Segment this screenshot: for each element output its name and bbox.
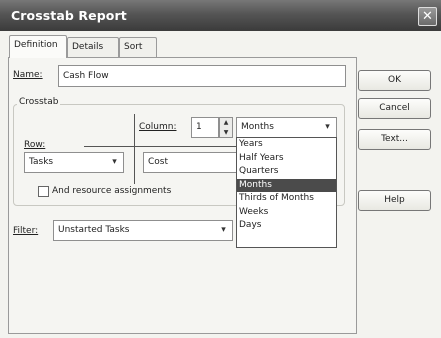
cancel-button[interactable]: Cancel [358, 98, 431, 119]
triangle-down-icon[interactable]: ▼ [220, 128, 232, 138]
tab-details[interactable]: Details [67, 37, 119, 58]
crosstab-divider-horizontal [84, 146, 237, 147]
row-select-value: Tasks [29, 157, 54, 167]
column-count-stepper[interactable]: ▲ ▼ [219, 117, 233, 138]
unit-option-months[interactable]: Months [237, 178, 336, 192]
close-icon: ✕ [422, 9, 433, 24]
filter-label: Filter: [13, 226, 39, 236]
tab-definition[interactable]: Definition [9, 35, 67, 58]
name-input[interactable]: Cash Flow [58, 65, 346, 87]
unit-option-half-years[interactable]: Half Years [237, 152, 336, 166]
column-unit-value: Months [241, 122, 274, 132]
unit-dropdown-list[interactable]: Years Half Years Quarters Months Thirds … [236, 137, 337, 248]
tab-label: Details [72, 42, 104, 52]
unit-option-thirds-of-months[interactable]: Thirds of Months [237, 192, 336, 206]
name-label: Name: [13, 70, 43, 80]
column-count-input[interactable]: 1 [191, 117, 219, 138]
window-title: Crosstab Report [11, 8, 127, 23]
tab-sort[interactable]: Sort [119, 37, 157, 58]
chevron-down-icon[interactable]: ▾ [216, 222, 231, 239]
help-button[interactable]: Help [358, 190, 431, 211]
filter-select[interactable]: Unstarted Tasks ▾ [53, 220, 233, 241]
row-label: Row: [24, 140, 46, 150]
crosstab-divider-vertical [134, 114, 135, 184]
chevron-down-icon[interactable]: ▾ [107, 154, 122, 171]
unit-option-days[interactable]: Days [237, 219, 336, 233]
unit-option-quarters[interactable]: Quarters [237, 165, 336, 179]
ok-button[interactable]: OK [358, 70, 431, 91]
chevron-down-icon[interactable]: ▾ [320, 119, 335, 136]
cost-select-value: Cost [148, 157, 169, 167]
column-unit-select[interactable]: Months ▾ [236, 117, 337, 138]
tab-label: Definition [14, 40, 58, 50]
filter-select-value: Unstarted Tasks [58, 225, 130, 235]
text-button[interactable]: Text... [358, 129, 431, 150]
unit-option-weeks[interactable]: Weeks [237, 206, 336, 220]
resource-assignments-checkbox[interactable] [38, 186, 49, 197]
triangle-up-icon[interactable]: ▲ [220, 118, 232, 128]
resource-assignments-label: And resource assignments [52, 186, 172, 196]
tab-label: Sort [124, 42, 143, 52]
close-button[interactable]: ✕ [418, 7, 437, 26]
unit-option-years[interactable]: Years [237, 138, 336, 152]
cost-select[interactable]: Cost [143, 152, 237, 173]
row-select[interactable]: Tasks ▾ [24, 152, 124, 173]
crosstab-group-title: Crosstab [17, 97, 61, 107]
column-label: Column: [139, 122, 177, 132]
